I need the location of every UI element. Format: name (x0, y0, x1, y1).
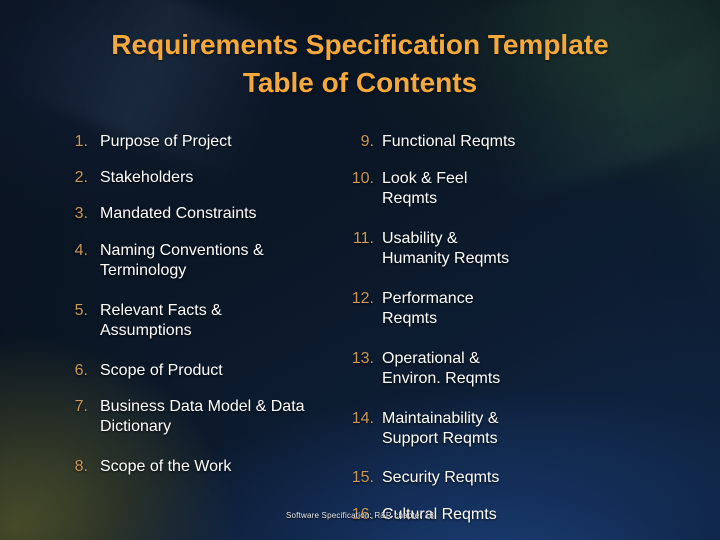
toc-item-line-1: Look & Feel (382, 170, 468, 187)
toc-item-number: 14. (351, 410, 374, 427)
toc-item-label: Relevant Facts & Assumptions (100, 301, 312, 341)
toc-item-label: Maintainability & Support Reqmts (382, 409, 620, 449)
toc-item-10: 10. Look & Feel Reqmts (340, 169, 620, 209)
toc-item-line-1: Operational & (382, 350, 480, 367)
toc-item-8: 8. Scope of the Work (62, 457, 312, 477)
toc-item-line-1: Performance (382, 290, 474, 307)
toc-item-15: 15. Security Reqmts (340, 468, 620, 488)
toc-item-number: 15. (351, 469, 374, 486)
toc-item-number: 8. (74, 458, 88, 475)
toc-item-label: Security Reqmts (382, 468, 620, 488)
toc-item-label: Operational & Environ. Reqmts (382, 349, 620, 389)
slide-title-line-1: Requirements Specification Template (111, 29, 609, 60)
slide-footer: Software Specification: R&R chapter 18 (285, 511, 435, 520)
toc-item-number: 1. (74, 133, 88, 150)
toc-item-label: Purpose of Project (100, 132, 312, 152)
toc-item-6: 6. Scope of Product (62, 361, 312, 381)
toc-item-label: Mandated Constraints (100, 204, 322, 224)
toc-item-line-1: Mandated Constraints (100, 205, 257, 222)
toc-item-label: Naming Conventions & Terminology (100, 241, 332, 281)
toc-item-number: 13. (351, 350, 374, 367)
toc-item-line-2: Support Reqmts (382, 430, 498, 447)
toc-item-number: 3. (74, 205, 88, 222)
toc-item-line-1: Scope of Product (100, 362, 223, 379)
toc-item-line-1: Naming Conventions & (100, 242, 264, 259)
toc-item-1: 1. Purpose of Project (62, 132, 312, 152)
toc-item-9: 9. Functional Reqmts (340, 132, 620, 152)
toc-item-number: 10. (351, 170, 374, 187)
toc-item-13: 13. Operational & Environ. Reqmts (340, 349, 620, 389)
toc-item-number: 12. (351, 290, 374, 307)
toc-item-line-2: Environ. Reqmts (382, 370, 501, 387)
toc-item-line-2: Humanity Reqmts (382, 250, 510, 267)
toc-item-line-1: Business Data Model & Data (100, 398, 305, 415)
toc-item-line-1: Purpose of Project (100, 133, 232, 150)
toc-item-number: 11. (352, 230, 374, 247)
toc-item-line-1: Functional Reqmts (382, 133, 516, 150)
toc-item-4: 4. Naming Conventions & Terminology (62, 241, 332, 281)
toc-item-line-2: Terminology (100, 262, 187, 279)
toc-item-label: Stakeholders (100, 168, 312, 188)
toc-item-number: 5. (74, 302, 88, 319)
toc-item-label: Look & Feel Reqmts (382, 169, 620, 209)
slide-title-line-2: Table of Contents (242, 67, 478, 98)
presentation-slide: Requirements Specification Template Tabl… (0, 0, 720, 540)
toc-item-number: 4. (74, 242, 88, 259)
toc-item-line-1: Usability & (382, 230, 458, 247)
toc-item-label: Performance Reqmts (382, 289, 620, 329)
toc-item-line-1: Security Reqmts (382, 469, 500, 486)
toc-item-line-1: Stakeholders (100, 169, 194, 186)
toc-item-number: 7. (74, 398, 88, 415)
toc-item-line-2: Reqmts (382, 190, 438, 207)
toc-item-number: 9. (360, 133, 374, 150)
toc-item-line-2: Assumptions (100, 322, 192, 339)
toc-item-line-1: Relevant Facts & (100, 302, 222, 319)
toc-item-line-2: Reqmts (382, 310, 438, 327)
toc-item-label: Scope of Product (100, 361, 312, 381)
toc-item-label: Usability & Humanity Reqmts (382, 229, 620, 269)
slide-title: Requirements Specification Template Tabl… (0, 26, 720, 102)
toc-item-2: 2. Stakeholders (62, 168, 312, 188)
toc-item-line-1: Maintainability & (382, 410, 499, 427)
toc-item-number: 6. (74, 362, 88, 379)
toc-item-label: Functional Reqmts (382, 132, 620, 152)
toc-item-14: 14. Maintainability & Support Reqmts (340, 409, 620, 449)
toc-item-label: Scope of the Work (100, 457, 312, 477)
toc-item-line-1: Scope of the Work (100, 458, 232, 475)
toc-item-3: 3. Mandated Constraints (62, 204, 322, 224)
toc-item-number: 2. (74, 169, 88, 186)
toc-item-12: 12. Performance Reqmts (340, 289, 620, 329)
toc-item-11: 11. Usability & Humanity Reqmts (340, 229, 620, 269)
toc-item-5: 5. Relevant Facts & Assumptions (62, 301, 312, 341)
